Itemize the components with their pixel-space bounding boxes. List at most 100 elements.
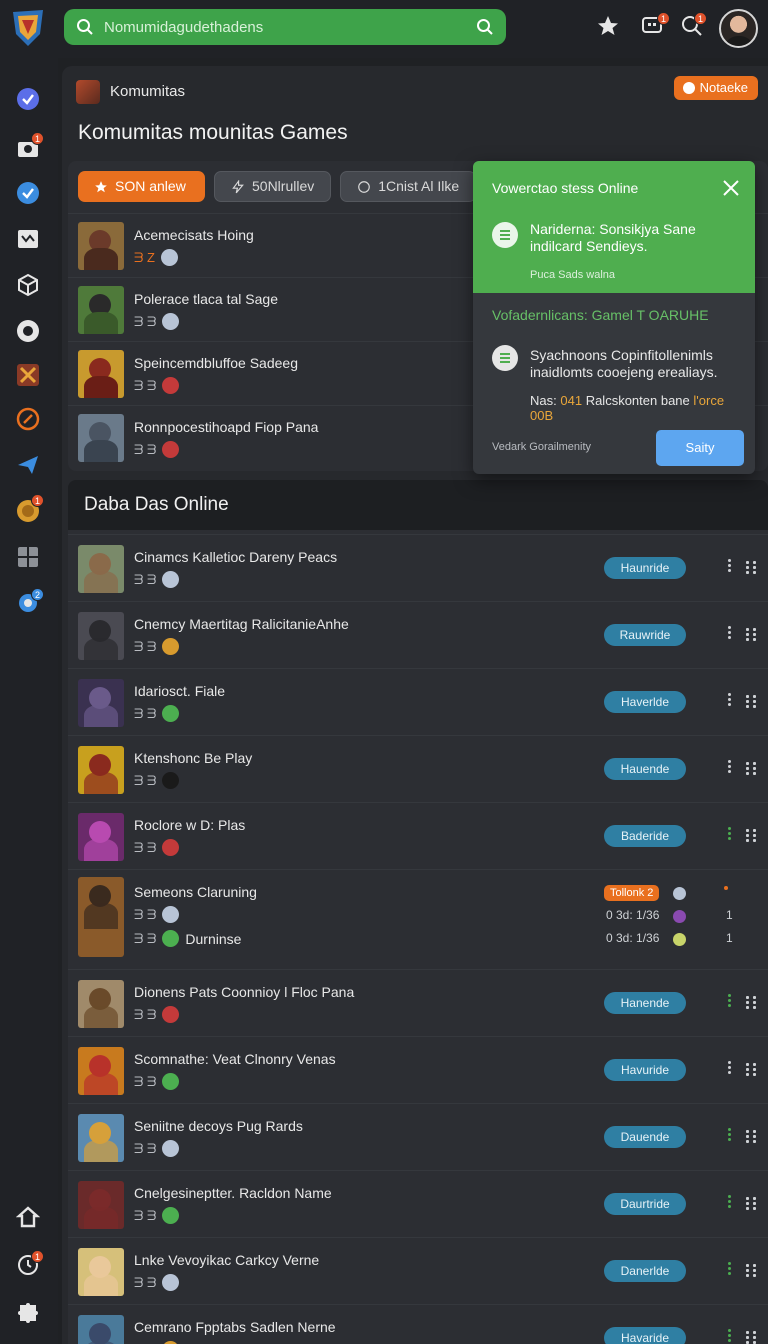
action-pill-button[interactable]: Rauwride [604, 624, 686, 646]
drag-handle-icon[interactable] [746, 1126, 758, 1146]
drag-handle-icon[interactable] [746, 557, 758, 577]
row-meta: ᗱ ᗱ [134, 441, 180, 458]
more-options-icon[interactable] [725, 992, 733, 1012]
check-icon [17, 182, 39, 204]
search-input[interactable]: Nomumidagudethadens [104, 19, 476, 36]
sidebar-item-home[interactable] [15, 1204, 41, 1230]
user-avatar[interactable] [719, 9, 758, 48]
sidebar-badge: 1 [31, 132, 44, 145]
sidebar-item-compass[interactable] [15, 318, 41, 344]
close-icon[interactable] [722, 179, 740, 197]
table-row[interactable]: Cnelgesineptter. Racldon Name ᗱ ᗱ Daurtrid… [68, 1170, 768, 1237]
more-options-icon[interactable] [725, 758, 733, 778]
sidebar-item-game[interactable] [15, 362, 41, 388]
filter-popular-button[interactable]: SON anlew [78, 171, 205, 202]
action-pill-button[interactable]: Hauende [604, 758, 686, 780]
row-title: Lnke Vevoyikac Carkcy Verne [134, 1252, 320, 1268]
search-bar[interactable]: Nomumidagudethadens [64, 9, 506, 45]
popover-action-button[interactable]: Saity [656, 430, 744, 466]
more-options-icon[interactable] [725, 624, 733, 644]
sidebar-item-target[interactable] [15, 406, 41, 432]
row-meta: ᗱ ᗱ Durninse [134, 930, 242, 947]
sidebar-item-cube[interactable] [15, 272, 41, 298]
row-meta: ᗱ ᗱ [134, 906, 180, 923]
drag-handle-icon[interactable] [746, 825, 758, 845]
row-meta: ᗱ ᗱ [134, 1140, 180, 1157]
drag-handle-icon[interactable] [746, 1059, 758, 1079]
drag-handle-icon[interactable] [746, 1327, 758, 1344]
more-options-icon[interactable] [725, 1126, 733, 1146]
row-title: Roclore w D: Plas [134, 817, 246, 833]
sidebar-badge: 1 [31, 494, 44, 507]
notification-subtext: Puca Sads walna [530, 269, 615, 281]
action-pill-button[interactable]: Baderide [604, 825, 686, 847]
row-meta: ᗱ ᗱ [134, 1274, 180, 1291]
table-row[interactable]: Cnemcy Maertitag RalicitanieAnhe ᗱ ᗱ Rauwr… [68, 601, 768, 668]
action-pill-button[interactable]: Danerlde [604, 1260, 686, 1282]
notify-button[interactable]: Notaeke [673, 76, 758, 100]
more-options-icon[interactable] [725, 691, 733, 711]
search-badge: 1 [694, 12, 707, 25]
table-row[interactable]: Scomnathe: Veat Clnonry Venas ᗱ ᗱ Havuride [68, 1036, 768, 1103]
drag-handle-icon[interactable] [746, 691, 758, 711]
table-row[interactable]: Cinamcs Kalletioc Dareny Peacs ᗱ ᗱ Haunrid… [68, 534, 768, 601]
table-row[interactable]: Cemrano Fpptabs Sadlen Nerneᗱ ᗱHavaride [68, 1304, 768, 1344]
notification-icon [492, 345, 518, 371]
status-icon [162, 1274, 180, 1291]
app-logo[interactable] [10, 8, 46, 48]
sidebar-item-tv[interactable] [15, 226, 41, 252]
compass-icon [17, 320, 39, 342]
table-row[interactable]: Seniitne decoys Pug Rards ᗱ ᗱ Dauende [68, 1103, 768, 1170]
sidebar-item-check[interactable] [15, 86, 41, 112]
search-submit-icon[interactable] [476, 18, 494, 36]
star-icon[interactable] [596, 14, 620, 38]
action-pill-button[interactable]: Daurtride [604, 1193, 686, 1215]
tag-badge[interactable]: Tollonk 2 [604, 885, 660, 901]
globe-icon [162, 313, 180, 330]
more-options-icon[interactable] [725, 1327, 733, 1344]
row-meta: ᗱ Ζ [134, 249, 178, 266]
more-options-icon[interactable] [725, 1193, 733, 1213]
game-thumbnail [78, 1181, 124, 1229]
row-count: 1 [726, 931, 733, 945]
row-title: Ronnpocestihoapd Fiop Pana [134, 419, 319, 435]
table-row[interactable]: Dionens Pats Coonnioy l Floc Pana ᗱ ᗱ Hane… [68, 969, 768, 1036]
drag-handle-icon[interactable] [746, 1193, 758, 1213]
table-row[interactable]: Idariosct. Fiale ᗱ ᗱ Haverlde [68, 668, 768, 735]
drag-handle-icon[interactable] [746, 758, 758, 778]
more-options-icon[interactable] [725, 557, 733, 577]
more-options-icon[interactable] [725, 825, 733, 845]
more-options-icon[interactable] [725, 1059, 733, 1079]
action-pill-button[interactable]: Dauende [604, 1126, 686, 1148]
table-row[interactable]: Semeons Claruning ᗱ ᗱ ᗱ ᗱ Durninse Tollonk 2… [68, 869, 768, 969]
table-row[interactable]: Lnke Vevoyikac Carkcy Verne ᗱ ᗱ Danerlde [68, 1237, 768, 1304]
cube-icon [18, 273, 38, 297]
table-row[interactable]: Ktenshonc Be Play ᗱ ᗱ Hauende [68, 735, 768, 802]
more-options-icon[interactable] [725, 1260, 733, 1280]
row-meta: ᗱ ᗱ [134, 705, 180, 722]
action-pill-button[interactable]: Haverlde [604, 691, 686, 713]
game-thumbnail [78, 350, 124, 398]
filter-new-button[interactable]: 50Nlrullev [214, 171, 332, 202]
drag-handle-icon[interactable] [746, 624, 758, 644]
status-dot [724, 886, 728, 890]
home-icon [16, 1206, 40, 1228]
action-pill-button[interactable]: Havaride [604, 1327, 686, 1344]
sidebar-item-puzzle[interactable] [15, 1300, 41, 1326]
row-meta: ᗱ ᗱ [134, 1006, 180, 1023]
action-pill-button[interactable]: Havuride [604, 1059, 686, 1081]
sidebar-item-grid[interactable] [15, 544, 41, 570]
filter-liked-button[interactable]: 1Cnist Al Ilke [340, 171, 477, 202]
action-pill-button[interactable]: Haunride [604, 557, 686, 579]
drag-handle-icon[interactable] [746, 992, 758, 1012]
clock-icon [358, 180, 371, 193]
sidebar-item-verified[interactable] [15, 180, 41, 206]
drag-handle-icon[interactable] [746, 1260, 758, 1280]
game-thumbnail [78, 679, 124, 727]
action-pill-button[interactable]: Hanende [604, 992, 686, 1014]
globe-icon [160, 249, 178, 266]
table-row[interactable]: Roclore w D: Plas ᗱ ᗱ Baderide [68, 802, 768, 869]
status-icon [162, 705, 180, 722]
game-icon [17, 364, 39, 386]
sidebar-item-plane[interactable] [15, 452, 41, 478]
